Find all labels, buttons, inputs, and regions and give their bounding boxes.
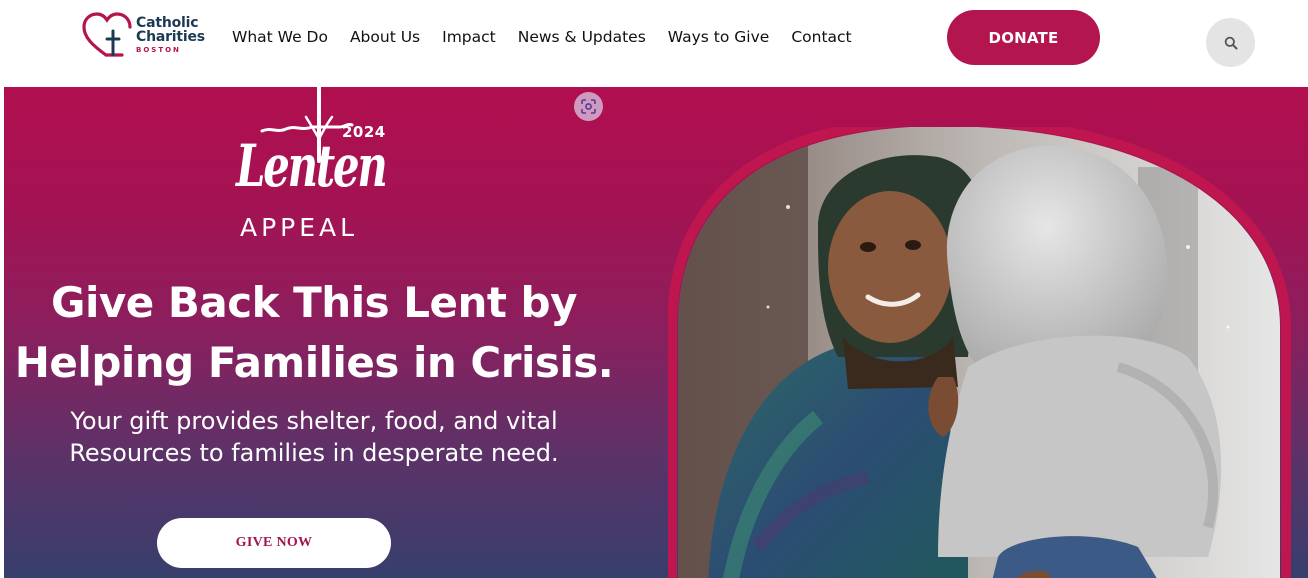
mother-holding-child-photo xyxy=(668,127,1291,578)
lenten-appeal-text: APPEAL xyxy=(240,213,359,242)
hero-banner: 2024 Lenten APPEAL Give Back This Lent b… xyxy=(4,87,1308,578)
main-nav: What We Do About Us Impact News & Update… xyxy=(232,28,852,46)
logo-text-charities: Charities xyxy=(136,29,205,45)
logo-text-catholic: Catholic xyxy=(136,15,199,31)
hero-headline: Give Back This Lent by Helping Families … xyxy=(4,273,624,393)
nav-item-news-updates[interactable]: News & Updates xyxy=(518,28,646,46)
heart-cross-icon xyxy=(82,11,132,59)
search-button[interactable] xyxy=(1206,18,1255,67)
nav-item-what-we-do[interactable]: What We Do xyxy=(232,28,328,46)
nav-item-ways-to-give[interactable]: Ways to Give xyxy=(668,28,770,46)
catholic-charities-logo[interactable]: Catholic Charities BOSTON xyxy=(82,10,212,60)
donate-button[interactable]: DONATE xyxy=(947,10,1100,65)
hero-headline-line1: Give Back This Lent by xyxy=(50,278,578,327)
visual-search-icon[interactable] xyxy=(574,92,603,121)
hero-headline-line2: Helping Families in Crisis. xyxy=(14,338,614,387)
lenten-appeal-logo: 2024 Lenten APPEAL xyxy=(232,87,392,247)
give-now-button[interactable]: GIVE NOW xyxy=(157,518,391,568)
hero-subheading: Your gift provides shelter, food, and vi… xyxy=(4,405,624,469)
logo-wordmark: Catholic Charities BOSTON xyxy=(136,16,205,54)
nav-item-impact[interactable]: Impact xyxy=(442,28,496,46)
lenten-script-title: Lenten xyxy=(236,132,388,200)
logo-text-boston: BOSTON xyxy=(136,46,181,54)
nav-item-about-us[interactable]: About Us xyxy=(350,28,420,46)
search-icon xyxy=(1224,36,1237,49)
site-header: Catholic Charities BOSTON What We Do Abo… xyxy=(0,0,1308,87)
nav-item-contact[interactable]: Contact xyxy=(791,28,851,46)
hero-subheading-line2: Resources to families in desperate need. xyxy=(69,439,559,467)
hero-subheading-line1: Your gift provides shelter, food, and vi… xyxy=(70,407,558,435)
